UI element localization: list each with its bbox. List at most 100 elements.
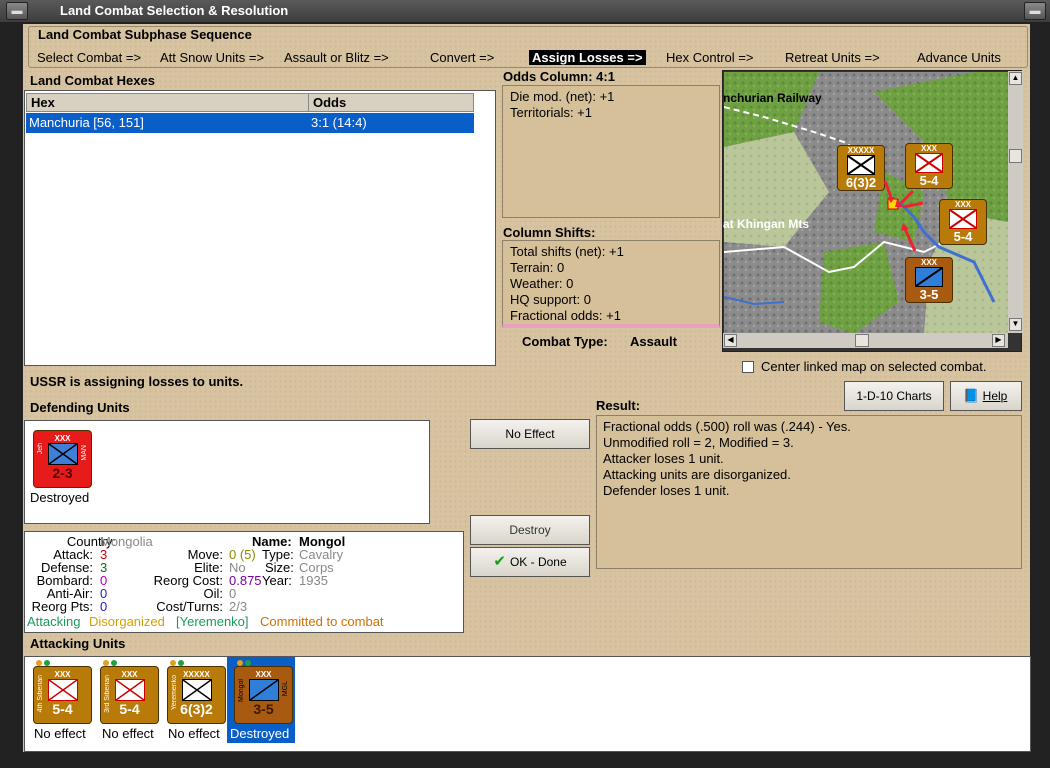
odds-cell: 3:1 (14:4) (311, 115, 367, 130)
flag-committed: Committed to combat (260, 614, 384, 629)
counter-side-label: Mongol (238, 679, 245, 702)
counter-side-label: MAN (81, 445, 88, 461)
result-line: Defender loses 1 unit. (603, 483, 730, 498)
map-vscrollbar[interactable]: ▲ ▼ (1008, 71, 1023, 333)
combat-type-label: Combat Type: (522, 334, 608, 349)
attacking-unit-counter[interactable]: XXXXX 6(3)2 Yeremenko (167, 666, 226, 724)
counter-symbol (915, 267, 943, 287)
attacking-unit-status: No effect (102, 726, 154, 741)
hscroll-thumb[interactable] (855, 334, 869, 347)
no-effect-button[interactable]: No Effect (470, 419, 590, 449)
subphase-title: Land Combat Subphase Sequence (38, 27, 252, 42)
counter-size: XXX (54, 434, 71, 443)
counter-symbol (248, 679, 279, 701)
reorg-pts-value: 0 (100, 599, 108, 614)
shifts-box: Total shifts (net): +1 Terrain: 0 Weathe… (502, 240, 720, 328)
help-button[interactable]: 📘 Help (950, 381, 1022, 411)
counter-symbol (114, 679, 145, 701)
attacking-unit-status: Destroyed (230, 726, 290, 741)
center-map-label: Center linked map on selected combat. (761, 359, 987, 374)
shift-line: Terrain: 0 (510, 260, 565, 275)
shifts-title: Column Shifts: (503, 225, 596, 240)
close-icon[interactable]: ▬ (1024, 2, 1046, 20)
attacking-unit-counter[interactable]: XXX 5-4 4th Siberian (33, 666, 92, 724)
hex-row[interactable]: Manchuria [56, 151] 3:1 (14:4) (26, 113, 474, 133)
attacking-unit-counter[interactable]: XXX 5-4 3rd Siberian (100, 666, 159, 724)
result-line: Attacking units are disorganized. (603, 467, 791, 482)
charts-button[interactable]: 1-D-10 Charts (844, 381, 944, 411)
shift-line: Total shifts (net): +1 (510, 244, 624, 259)
system-menu-icon[interactable]: ▬ (6, 2, 28, 20)
defending-unit-status: Destroyed (30, 490, 90, 505)
map-label-mts: at Khingan Mts (723, 217, 809, 231)
destroy-button[interactable]: Destroy (470, 515, 590, 545)
odds-line: Die mod. (net): +1 (510, 89, 615, 104)
year-value: 1935 (299, 573, 328, 588)
counter-symbol (47, 679, 78, 701)
hexes-title: Land Combat Hexes (30, 73, 155, 88)
scroll-up-icon[interactable]: ▲ (1009, 72, 1022, 85)
attacking-title: Attacking Units (30, 636, 126, 651)
counter-side-label: Jeh (37, 443, 44, 455)
counter-side-label: Yeremenko (171, 675, 178, 711)
map-view[interactable]: nchurian Railway at Khingan Mts XXXXX 6(… (722, 70, 1023, 352)
scroll-left-icon[interactable]: ◀ (724, 334, 737, 347)
counter-strength: 3-5 (919, 287, 939, 302)
map-counter-4th-siberian[interactable]: XXX 5-4 (939, 199, 987, 245)
help-book-icon: 📘 (963, 388, 980, 403)
cost-turns-label: Cost/Turns: (156, 599, 223, 614)
result-title: Result: (596, 398, 641, 413)
flag-leader: [Yeremenko] (176, 614, 249, 629)
year-label: Year: (262, 573, 292, 588)
result-line: Fractional odds (.500) roll was (.244) -… (603, 419, 851, 434)
map-counter-mongol[interactable]: XXX 3-5 (905, 257, 953, 303)
help-label: Help (982, 389, 1008, 403)
counter-symbol (181, 679, 212, 701)
vscroll-thumb[interactable] (1009, 149, 1022, 163)
attacking-unit-counter-selected[interactable]: XXX 3-5 Mongol MGL (234, 666, 293, 724)
counter-strength: 5-4 (953, 229, 973, 244)
counter-size: XXX (255, 670, 272, 679)
result-line: Attacker loses 1 unit. (603, 451, 724, 466)
map-hscrollbar[interactable]: ◀ ▶ (723, 333, 1008, 348)
country-value: Mongolia (100, 534, 153, 549)
counter-size: XXX (954, 200, 971, 209)
attack-arrows-icon (883, 181, 924, 252)
step-advance-units: Advance Units (917, 50, 1001, 65)
center-map-checkbox[interactable] (742, 361, 754, 373)
counter-size: XXX (920, 144, 937, 153)
step-select-combat: Select Combat => (37, 50, 142, 65)
cost-turns-value: 2/3 (229, 599, 248, 614)
counter-symbol (847, 155, 875, 175)
shift-line: HQ support: 0 (510, 292, 591, 307)
status-text: USSR is assigning losses to units. (30, 374, 244, 389)
counter-symbol (47, 443, 78, 465)
odds-title: Odds Column: 4:1 (503, 69, 615, 84)
title-bar: ▬ Land Combat Selection & Resolution ▬ (0, 0, 1050, 22)
counter-symbol (949, 209, 977, 229)
defending-unit-counter[interactable]: XXX 2-3 Jeh MAN (33, 430, 92, 488)
result-line: Unmodified roll = 2, Modified = 3. (603, 435, 794, 450)
unit-info-panel: Country: Mongolia Name: Mongol Attack: 3… (24, 531, 464, 633)
step-convert: Convert => (430, 50, 495, 65)
window-title: Land Combat Selection & Resolution (60, 3, 289, 18)
flag-attacking: Attacking (27, 614, 81, 629)
counter-side-label: 4th Siberian (37, 675, 44, 713)
step-hex-control: Hex Control => (666, 50, 754, 65)
map-label-railway: nchurian Railway (723, 91, 822, 105)
ok-done-button[interactable]: ✔ OK - Done (470, 547, 590, 577)
counter-side-label: MGL (282, 681, 289, 697)
reorg-pts-label: Reorg Pts: (31, 599, 93, 614)
attacking-unit-status: No effect (34, 726, 86, 741)
step-assign-losses: Assign Losses => (529, 50, 646, 65)
attacking-unit-status: No effect (168, 726, 220, 741)
hex-cell: Manchuria [56, 151] (29, 115, 144, 130)
column-header-odds[interactable]: Odds (308, 93, 474, 112)
scroll-right-icon[interactable]: ▶ (992, 334, 1005, 347)
result-box: Fractional odds (.500) roll was (.244) -… (596, 415, 1022, 569)
step-retreat-units: Retreat Units => (785, 50, 880, 65)
counter-strength: 2-3 (52, 465, 73, 481)
scroll-down-icon[interactable]: ▼ (1009, 318, 1022, 331)
combat-type-value: Assault (630, 334, 677, 349)
column-header-hex[interactable]: Hex (26, 93, 309, 112)
